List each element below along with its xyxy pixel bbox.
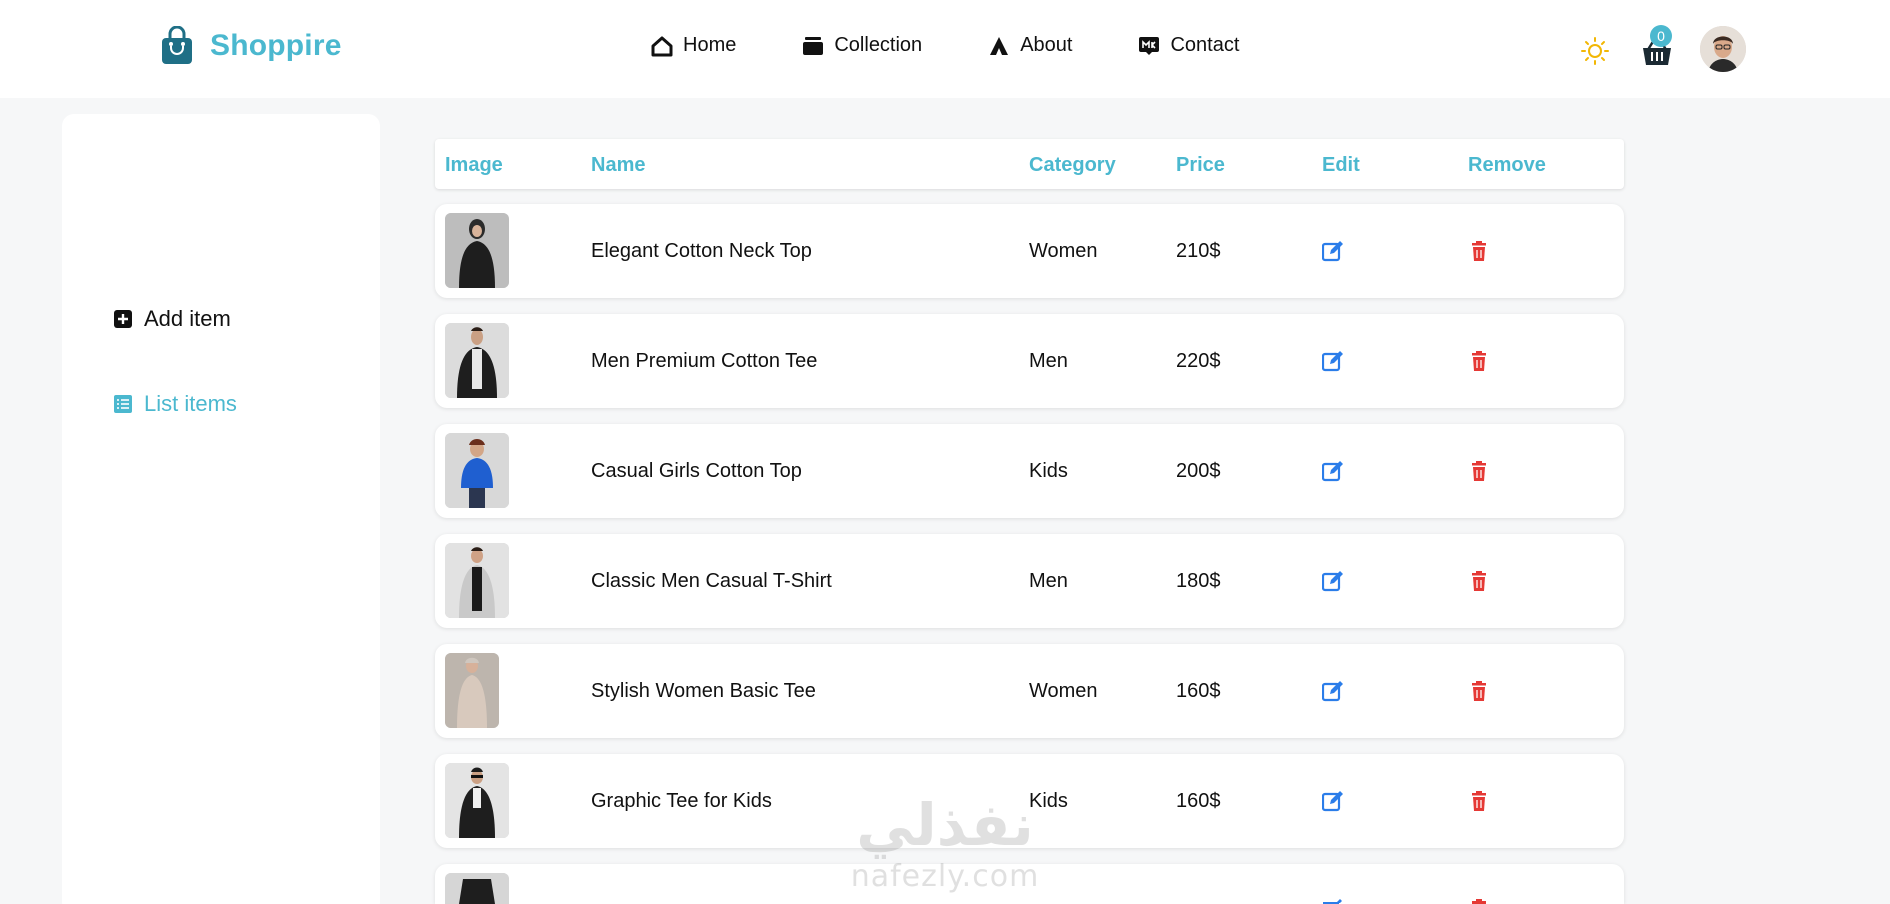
trash-icon[interactable]	[1468, 680, 1490, 702]
sidebar-item-label: Add item	[144, 306, 231, 331]
main-nav: Home Collection About Contact	[651, 34, 1239, 57]
nav-home-label: Home	[683, 34, 737, 56]
product-category: Kids	[1029, 460, 1068, 482]
edit-icon[interactable]	[1322, 570, 1344, 592]
column-header-price: Price	[1176, 154, 1225, 176]
sidebar: Add item List items	[62, 114, 380, 904]
product-image	[445, 653, 499, 728]
trash-icon[interactable]	[1468, 350, 1490, 372]
product-name: Men Premium Cotton Tee	[591, 350, 818, 372]
nav-about-label: About	[1020, 34, 1073, 56]
table-row: Stylish Women Basic Tee Women 160$	[435, 644, 1624, 738]
collection-icon	[803, 36, 824, 55]
brand[interactable]: Shoppire	[160, 26, 342, 66]
plus-square-icon	[114, 310, 132, 328]
nav-collection[interactable]: Collection	[802, 34, 922, 57]
product-image	[445, 543, 509, 618]
table-row: Classic Men Casual T-Shirt Men 180$	[435, 534, 1624, 628]
table-row: Men Premium Cotton Tee Men 220$	[435, 314, 1624, 408]
product-category: Men	[1029, 570, 1068, 592]
column-header-category: Category	[1029, 154, 1116, 176]
product-category: Women	[1029, 680, 1098, 702]
table-row: Casual Girls Cotton Top Kids 200$	[435, 424, 1624, 518]
product-image	[445, 873, 509, 904]
product-name: Graphic Tee for Kids	[591, 790, 772, 812]
product-image	[445, 213, 509, 288]
contact-icon	[1139, 36, 1160, 55]
product-image	[445, 433, 509, 508]
sidebar-item-list-items[interactable]: List items	[114, 391, 237, 417]
table-row: Elegant Cotton Neck Top Women 210$	[435, 204, 1624, 298]
nav-home[interactable]: Home	[651, 34, 736, 57]
column-header-image: Image	[445, 154, 503, 176]
product-category: Men	[1029, 350, 1068, 372]
cart-count-badge: 0	[1650, 25, 1672, 47]
nav-actions: 0	[1580, 25, 1746, 72]
product-image	[445, 323, 509, 398]
list-icon	[114, 395, 132, 413]
product-price: 220$	[1176, 350, 1221, 372]
product-name: Casual Girls Cotton Top	[591, 460, 802, 482]
product-name: Stylish Women Basic Tee	[591, 680, 816, 702]
trash-icon[interactable]	[1468, 240, 1490, 262]
sun-icon[interactable]	[1580, 36, 1610, 66]
edit-icon[interactable]	[1322, 790, 1344, 812]
avatar[interactable]	[1700, 26, 1746, 72]
edit-icon[interactable]	[1322, 680, 1344, 702]
product-name: Classic Men Casual T-Shirt	[591, 570, 832, 592]
trash-icon[interactable]	[1468, 790, 1490, 812]
home-icon	[651, 36, 673, 56]
trash-icon[interactable]	[1468, 570, 1490, 592]
table-row: Graphic Tee for Kids Kids 160$	[435, 754, 1624, 848]
column-header-edit: Edit	[1322, 154, 1360, 176]
cart-button[interactable]: 0	[1640, 25, 1674, 69]
nav-contact-label: Contact	[1170, 34, 1240, 56]
sidebar-item-label: List items	[144, 391, 237, 416]
nav-about[interactable]: About	[988, 34, 1072, 57]
column-header-name: Name	[591, 154, 646, 176]
table-row	[435, 864, 1624, 904]
product-price: 200$	[1176, 460, 1221, 482]
about-icon	[990, 36, 1009, 55]
navbar: Shoppire Home Collection About Contact 0	[0, 0, 1890, 98]
edit-icon[interactable]	[1322, 240, 1344, 262]
edit-icon[interactable]	[1322, 460, 1344, 482]
product-price: 160$	[1176, 790, 1221, 812]
nav-contact[interactable]: Contact	[1138, 34, 1239, 57]
product-image	[445, 763, 509, 838]
edit-icon[interactable]	[1322, 898, 1344, 904]
product-price: 160$	[1176, 680, 1221, 702]
trash-icon[interactable]	[1468, 460, 1490, 482]
sidebar-item-add-item[interactable]: Add item	[114, 306, 231, 332]
column-header-remove: Remove	[1468, 154, 1546, 176]
table-header: Image Name Category Price Edit Remove	[435, 139, 1624, 189]
nav-collection-label: Collection	[834, 34, 923, 56]
shopping-bag-icon	[162, 26, 192, 64]
brand-name: Shoppire	[210, 29, 342, 62]
trash-icon[interactable]	[1468, 898, 1490, 904]
product-category: Women	[1029, 240, 1098, 262]
product-name: Elegant Cotton Neck Top	[591, 240, 812, 262]
product-price: 210$	[1176, 240, 1221, 262]
product-category: Kids	[1029, 790, 1068, 812]
product-price: 180$	[1176, 570, 1221, 592]
user-avatar-image	[1700, 26, 1746, 72]
edit-icon[interactable]	[1322, 350, 1344, 372]
